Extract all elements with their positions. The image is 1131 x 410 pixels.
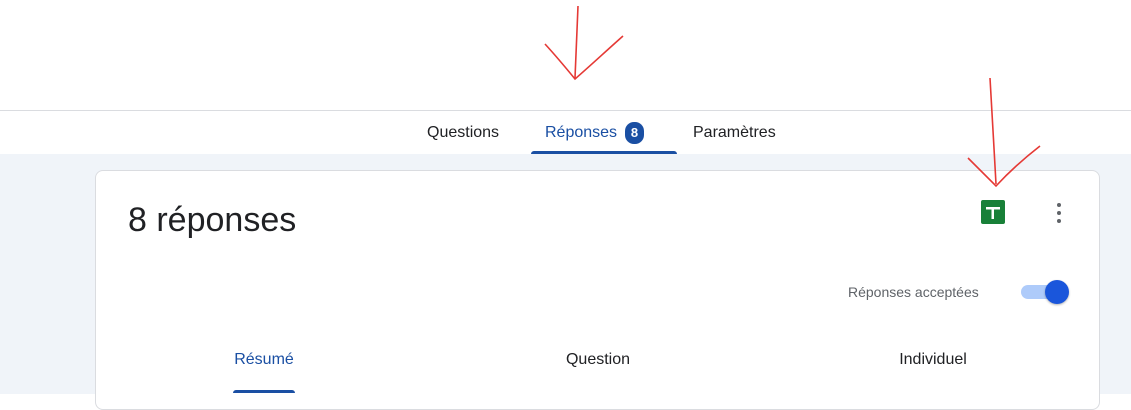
active-subtab-indicator (233, 390, 295, 393)
toggle-knob (1045, 280, 1069, 304)
subtab-individual[interactable]: Individuel (899, 351, 967, 369)
tab-settings-label: Paramètres (693, 123, 776, 141)
subtab-summary[interactable]: Résumé (234, 351, 294, 369)
tab-responses-label: Réponses (545, 123, 618, 141)
responses-card: 8 réponses Réponses acceptées Résumé Que… (95, 170, 1100, 410)
tab-questions-label: Questions (427, 123, 500, 141)
responses-count-title: 8 réponses (128, 201, 297, 239)
subtab-question[interactable]: Question (566, 351, 630, 369)
tab-questions[interactable]: Questions (427, 111, 499, 154)
accepting-responses-toggle[interactable] (1019, 279, 1071, 305)
tab-settings[interactable]: Paramètres (693, 111, 776, 154)
accepting-responses-label: Réponses acceptées (848, 284, 979, 300)
tab-responses[interactable]: Réponses 8 (545, 111, 645, 154)
tabs-bar: Questions Réponses 8 Paramètres (0, 110, 1131, 154)
responses-count-badge: 8 (625, 121, 645, 144)
google-sheets-icon[interactable] (981, 200, 1005, 224)
annotation-arrow-top (544, 5, 624, 81)
more-vert-icon[interactable] (1045, 199, 1073, 227)
